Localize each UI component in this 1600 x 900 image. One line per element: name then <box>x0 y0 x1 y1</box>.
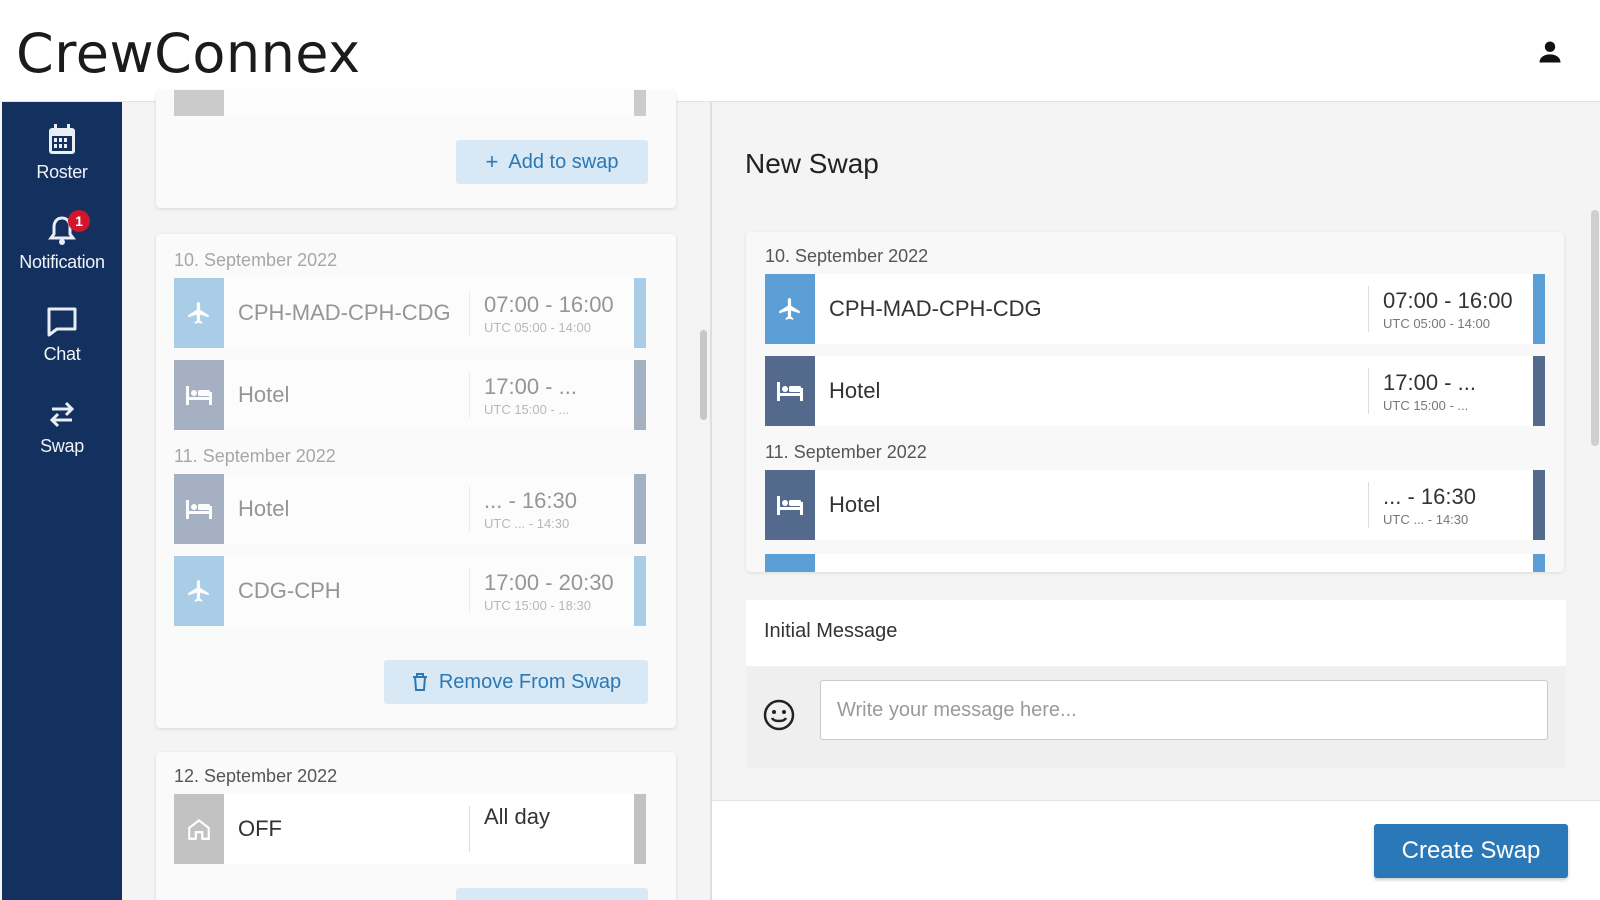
duty-utc: UTC 05:00 - 14:00 <box>1383 315 1490 331</box>
roster-row[interactable]: CDG-CPH 17:00 - 20:30 UTC 15:00 - 18:30 <box>174 556 646 626</box>
swap-duties-card: 10. September 2022 CPH-MAD-CPH-CDG 07:00… <box>746 232 1564 572</box>
date-label: 11. September 2022 <box>765 442 927 462</box>
duty-title: CDG-CPH <box>238 578 341 603</box>
sidebar-item-roster[interactable]: Roster <box>2 120 122 204</box>
roster-card-selected: 10. September 2022 CPH-MAD-CPH-CDG 07:00… <box>156 234 676 728</box>
bed-icon <box>174 360 224 430</box>
duty-time: 17:00 - ... <box>1383 369 1476 395</box>
sidebar-item-label: Swap <box>40 436 84 456</box>
smiley-icon <box>763 699 795 731</box>
duty-title: Hotel <box>829 378 881 403</box>
date-label: 10. September 2022 <box>765 246 929 266</box>
swap-row[interactable]: CPH-MAD-CPH-CDG 07:00 - 16:00 UTC 05:00 -… <box>765 274 1545 344</box>
duty-time: 07:00 - 16:00 <box>1383 287 1513 313</box>
duty-utc: UTC 05:00 - 14:00 <box>484 319 591 335</box>
notification-badge: 1 <box>68 210 90 232</box>
create-swap-button[interactable]: Create Swap <box>1374 824 1568 878</box>
roster-row[interactable]: Hotel 17:00 - ... UTC 15:00 - ... <box>174 360 646 430</box>
duty-utc: UTC ... - 14:30 <box>484 515 570 531</box>
sidebar-item-label: Chat <box>43 344 81 364</box>
duty-utc: UTC 15:00 - 18:30 <box>484 597 591 613</box>
swap-row <box>765 554 1545 572</box>
add-to-swap-label: Add to swap <box>508 150 619 173</box>
tile <box>174 90 224 116</box>
duty-title: Hotel <box>829 492 881 517</box>
duty-title: CPH-MAD-CPH-CDG <box>238 300 451 325</box>
sidebar-item-label: Notification <box>19 252 105 272</box>
chat-icon <box>45 302 79 342</box>
sidebar-item-swap[interactable]: Swap <box>2 394 122 478</box>
airplane-icon <box>174 278 224 348</box>
emoji-button[interactable] <box>762 698 796 732</box>
airplane-icon <box>174 556 224 626</box>
roster-row <box>174 90 646 116</box>
user-icon <box>1539 41 1561 63</box>
home-icon <box>174 794 224 864</box>
duty-utc: UTC 15:00 - ... <box>1383 397 1469 413</box>
bell-icon: 1 <box>46 210 90 250</box>
swap-icon <box>46 394 78 434</box>
bed-icon <box>174 474 224 544</box>
app-header: CrewConnex <box>0 0 1600 102</box>
plus-icon: + <box>485 149 499 174</box>
sidebar-item-notification[interactable]: 1 Notification <box>2 210 122 294</box>
bed-icon <box>765 356 815 426</box>
user-profile-button[interactable] <box>1534 36 1566 68</box>
swap-row[interactable]: Hotel 17:00 - ... UTC 15:00 - ... <box>765 356 1545 426</box>
right-scrollbar[interactable] <box>1591 210 1599 446</box>
roster-card: 12. September 2022 OFF All day <box>156 752 676 900</box>
remove-from-swap-button[interactable]: Remove From Swap <box>384 660 648 704</box>
duty-utc: UTC ... - 14:30 <box>1383 511 1469 527</box>
duty-utc: UTC 15:00 - ... <box>484 401 570 417</box>
duty-title: Hotel <box>238 382 290 407</box>
duty-time: ... - 16:30 <box>1383 483 1476 509</box>
left-scrollbar[interactable] <box>700 330 707 420</box>
date-label: 10. September 2022 <box>174 250 338 270</box>
duty-time: All day <box>484 804 551 829</box>
duty-title: Hotel <box>238 496 290 521</box>
initial-message-section: Initial Message <box>746 600 1566 768</box>
roster-row[interactable]: CPH-MAD-CPH-CDG 07:00 - 16:00 UTC 05:00 -… <box>174 278 646 348</box>
bed-icon <box>765 470 815 540</box>
trash-icon <box>412 673 427 691</box>
roster-row[interactable]: Hotel ... - 16:30 UTC ... - 14:30 <box>174 474 646 544</box>
remove-from-swap-label: Remove From Swap <box>438 670 622 693</box>
add-to-swap-button[interactable] <box>456 888 648 900</box>
page-title: New Swap <box>745 148 879 179</box>
swap-row[interactable]: Hotel ... - 16:30 UTC ... - 14:30 <box>765 470 1545 540</box>
date-label: 11. September 2022 <box>174 446 336 466</box>
add-to-swap-button[interactable]: + Add to swap <box>456 140 648 184</box>
duty-time: 17:00 - ... <box>484 373 577 399</box>
airplane-icon <box>765 274 815 344</box>
initial-message-label: Initial Message <box>764 620 898 642</box>
roster-card: + Add to swap <box>156 90 676 208</box>
date-label: 12. September 2022 <box>174 766 338 786</box>
roster-row[interactable]: OFF All day <box>174 794 646 864</box>
duty-title: OFF <box>238 816 282 841</box>
duty-time: ... - 16:30 <box>484 487 577 513</box>
duty-time: 17:00 - 20:30 <box>484 569 614 595</box>
sidebar: Roster 1 Notification Chat Swap <box>2 102 122 900</box>
sidebar-item-label: Roster <box>36 162 88 182</box>
duty-title: CPH-MAD-CPH-CDG <box>829 296 1042 321</box>
calendar-icon <box>46 120 78 160</box>
app-title: CrewConnex <box>16 22 361 85</box>
message-input[interactable] <box>820 680 1548 740</box>
sidebar-item-chat[interactable]: Chat <box>2 302 122 386</box>
duty-time: 07:00 - 16:00 <box>484 291 614 317</box>
